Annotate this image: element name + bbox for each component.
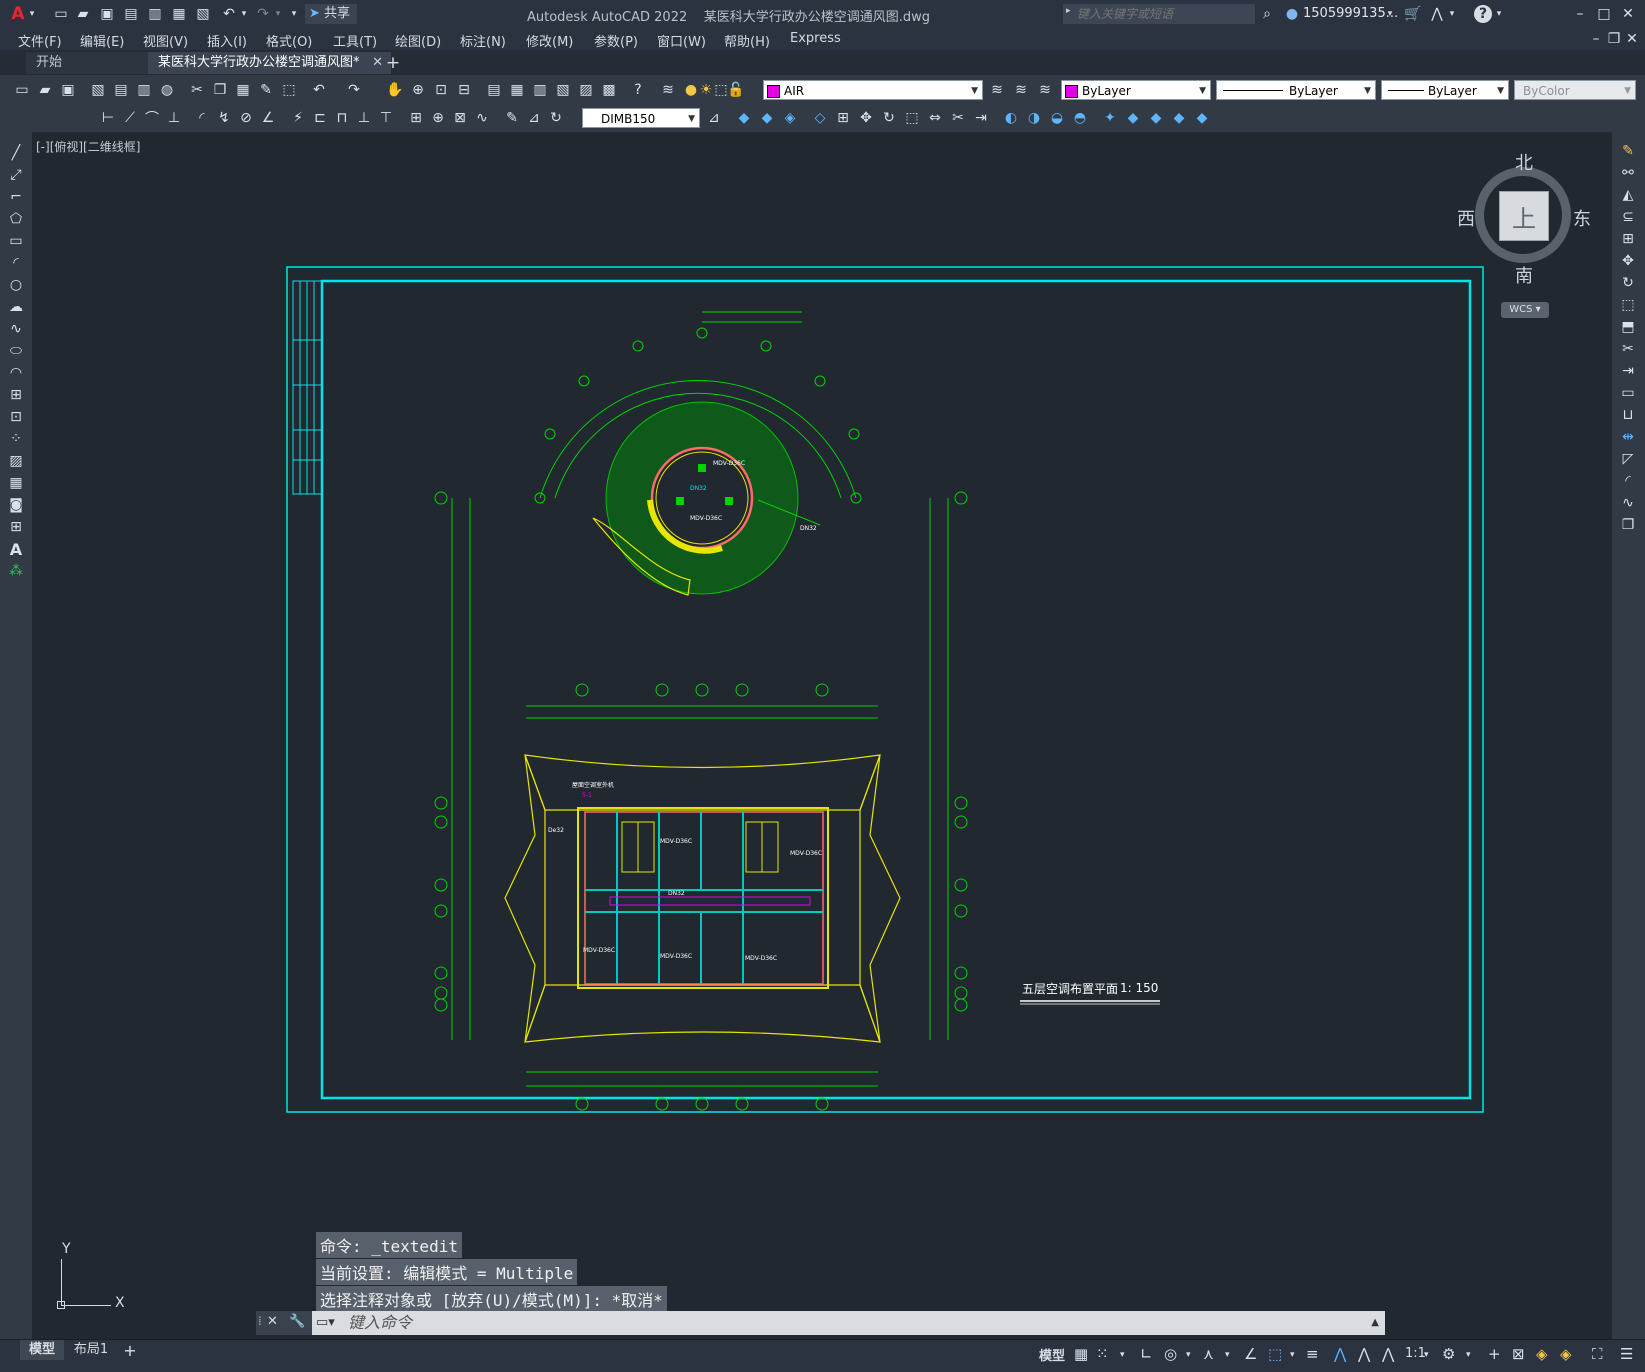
svg-text:DN32: DN32 xyxy=(800,525,817,532)
ortho-icon[interactable]: ∟ xyxy=(1140,1345,1153,1363)
floor-plan-walls xyxy=(577,807,829,989)
drawing-title: 五层空调布置平面 xyxy=(1022,982,1119,996)
stair-right xyxy=(745,821,779,873)
osnap-dropdown-icon[interactable]: ▾ xyxy=(1290,1350,1295,1360)
svg-text:屋面空调室外机: 屋面空调室外机 xyxy=(572,781,614,789)
snap-dropdown-icon[interactable]: ▾ xyxy=(1120,1350,1125,1360)
svg-text:De32: De32 xyxy=(548,827,564,834)
roof-outline-right xyxy=(859,754,901,1043)
ucs-y-label: Y xyxy=(62,1241,71,1257)
polar-icon[interactable]: ◎ xyxy=(1164,1345,1177,1363)
svg-text:MDV-D36C: MDV-D36C xyxy=(745,955,777,962)
snap-icon[interactable]: ⁙ xyxy=(1096,1345,1109,1363)
osnap-icon[interactable]: ⬚ xyxy=(1268,1345,1282,1363)
otrack-icon[interactable]: ∠ xyxy=(1244,1345,1257,1363)
workspace-dropdown-icon[interactable]: ▾ xyxy=(1466,1350,1471,1360)
isodraft-icon[interactable]: ⋏ xyxy=(1203,1345,1214,1363)
annotation-scale-icon[interactable]: ⋀ xyxy=(1382,1345,1394,1363)
command-history-line-1: 命令: _textedit xyxy=(316,1232,462,1258)
roof-outline-left xyxy=(504,754,546,1043)
svg-text:DN32: DN32 xyxy=(668,890,685,897)
clean-screen-icon[interactable]: ⛶ xyxy=(1592,1345,1603,1363)
add-layout-icon[interactable]: + xyxy=(122,1340,138,1360)
drawing-canvas[interactable]: MDV-D36C DN32 MDV-D36C DN32 屋面空调室外机 5-1 … xyxy=(0,0,1645,1371)
svg-text:MDV-D36C: MDV-D36C xyxy=(790,850,822,857)
lineweight-icon[interactable]: ≡ xyxy=(1306,1345,1319,1363)
annotation-visibility-icon[interactable]: ⋀ xyxy=(1334,1345,1346,1363)
annotation-monitor-icon[interactable]: + xyxy=(1488,1345,1501,1363)
command-close-icon[interactable]: ✕ xyxy=(267,1314,278,1329)
command-history-line-3: 选择注释对象或 [放弃(U)/模式(M)]: *取消* xyxy=(316,1286,667,1312)
auto-scale-icon[interactable]: ⋀ xyxy=(1358,1345,1370,1363)
layout-tab-model-label: 模型 xyxy=(28,1342,55,1357)
polar-dropdown-icon[interactable]: ▾ xyxy=(1186,1350,1191,1360)
stair-left xyxy=(621,821,655,873)
ucs-icon: Y X xyxy=(55,1241,135,1315)
scale-dropdown-icon[interactable]: ▾ xyxy=(1424,1350,1429,1360)
command-placeholder: 键入命令 xyxy=(348,1313,413,1332)
command-history-line-2: 当前设置: 编辑模式 = Multiple xyxy=(316,1259,578,1285)
customization-menu-icon[interactable]: ☰ xyxy=(1620,1345,1633,1363)
room-partitions xyxy=(585,812,823,984)
command-input[interactable]: ▭▾ 键入命令 ▲ xyxy=(312,1311,1385,1335)
command-prompt-icon[interactable]: ▭▾ xyxy=(316,1311,335,1335)
svg-text:MDV-D36C: MDV-D36C xyxy=(713,460,745,467)
sheet-outer-border xyxy=(286,266,1484,1113)
binding-margin xyxy=(292,280,323,495)
layout-tab-model[interactable]: 模型 xyxy=(20,1340,64,1360)
ucs-x-label: X xyxy=(115,1295,125,1311)
roof-outline-bottom xyxy=(524,984,881,1043)
svg-text:MDV-D36C: MDV-D36C xyxy=(660,838,692,845)
workspace-gear-icon[interactable]: ⚙ xyxy=(1442,1345,1455,1363)
svg-text:MDV-D36C: MDV-D36C xyxy=(660,953,692,960)
svg-text:MDV-D36C: MDV-D36C xyxy=(690,515,722,522)
grid-icon[interactable]: ▦ xyxy=(1074,1345,1088,1363)
svg-text:5-1: 5-1 xyxy=(582,792,592,799)
quick-properties-icon[interactable]: ◈ xyxy=(1536,1345,1548,1363)
command-history-arrow-icon[interactable]: ▲ xyxy=(1371,1311,1379,1335)
status-bar xyxy=(0,1339,1645,1372)
lock-ui-icon[interactable]: ◈ xyxy=(1560,1345,1572,1363)
annotation-scale-value[interactable]: 1:1 xyxy=(1405,1346,1426,1361)
corridor-duct xyxy=(609,896,811,906)
command-customize-icon[interactable]: 🔧 xyxy=(289,1314,305,1329)
svg-text:DN32: DN32 xyxy=(690,485,707,492)
layout-tab-layout1-label: 布局1 xyxy=(73,1342,109,1357)
command-grip-icon[interactable]: ⁞ xyxy=(258,1314,262,1328)
svg-text:MDV-D36C: MDV-D36C xyxy=(583,947,615,954)
isodraft-dropdown-icon[interactable]: ▾ xyxy=(1225,1350,1230,1360)
drawing-scale: 1: 150 xyxy=(1120,981,1159,995)
units-icon[interactable]: ⊠ xyxy=(1512,1345,1525,1363)
model-space-button[interactable]: 模型 xyxy=(1039,1345,1065,1364)
sheet-inner-border xyxy=(320,279,1472,1100)
layout-tab-layout1[interactable]: 布局1 xyxy=(68,1340,114,1360)
